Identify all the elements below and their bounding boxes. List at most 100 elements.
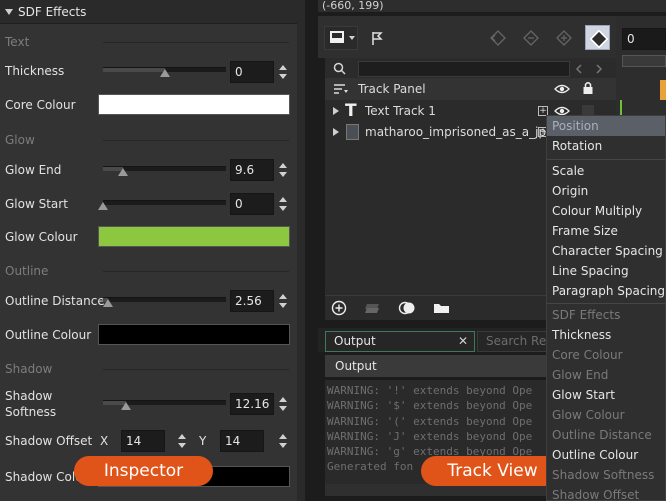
output-title: Output xyxy=(325,355,550,377)
visibility-eye-icon[interactable] xyxy=(554,83,570,95)
keyframe-mode-icon[interactable] xyxy=(585,25,610,50)
folder-icon[interactable] xyxy=(433,301,451,315)
shadow-softness-label-line2: Softness xyxy=(5,405,57,419)
inspector-scrollbar[interactable] xyxy=(297,0,305,501)
menu-item-rotation[interactable]: Rotation xyxy=(547,136,665,156)
outline-distance-stepper[interactable] xyxy=(277,290,289,312)
glow-end-label: Glow End xyxy=(5,163,62,177)
sort-lines-icon[interactable] xyxy=(333,83,349,95)
spin-down-icon[interactable] xyxy=(279,443,287,448)
shadow-softness-slider-thumb[interactable] xyxy=(121,402,132,410)
spin-up-icon[interactable] xyxy=(279,434,287,439)
spin-down-icon[interactable] xyxy=(279,406,287,411)
prev-keyframe-icon[interactable] xyxy=(487,28,509,48)
glow-start-label: Glow Start xyxy=(5,197,68,211)
menu-item-origin[interactable]: Origin xyxy=(547,181,665,201)
section-shadow-label: Shadow xyxy=(5,362,53,376)
menu-item-colour-multiply[interactable]: Colour Multiply xyxy=(547,201,665,221)
track-panel-header[interactable]: Track Panel xyxy=(325,78,616,100)
glow-end-stepper[interactable] xyxy=(277,159,289,181)
thickness-slider-thumb[interactable] xyxy=(159,69,170,77)
outline-colour-swatch[interactable] xyxy=(98,324,290,345)
spin-up-icon[interactable] xyxy=(279,163,287,168)
menu-item-scale[interactable]: Scale xyxy=(547,161,665,181)
add-property-menu: Position Rotation Scale Origin Colour Mu… xyxy=(546,115,666,501)
add-track-icon[interactable] xyxy=(331,300,347,316)
shadow-offset-x-stepper[interactable] xyxy=(176,430,188,452)
timeline-range-bar[interactable] xyxy=(622,55,666,67)
spin-down-icon[interactable] xyxy=(279,206,287,211)
glow-colour-swatch[interactable] xyxy=(98,226,290,247)
glow-start-slider-thumb[interactable] xyxy=(98,202,108,210)
shadow-offset-y-input[interactable]: 14 xyxy=(220,430,264,452)
menu-item-outline-distance: Outline Distance xyxy=(552,428,652,442)
frame-input[interactable]: 0 xyxy=(622,28,666,50)
spin-down-icon[interactable] xyxy=(178,443,186,448)
spin-up-icon[interactable] xyxy=(279,397,287,402)
outline-distance-input[interactable]: 2.56 xyxy=(230,290,274,312)
core-colour-label: Core Colour xyxy=(5,98,76,112)
inspector-pill-label: Inspector xyxy=(74,456,213,486)
menu-item-character-spacing[interactable]: Character Spacing xyxy=(547,241,665,261)
menu-item-outline-colour[interactable]: Outline Colour xyxy=(547,445,665,465)
remove-keyframe-icon[interactable] xyxy=(520,28,542,48)
glow-end-slider-thumb[interactable] xyxy=(117,168,128,176)
track-view-pill-label: Track View xyxy=(421,456,564,486)
menu-item-line-spacing[interactable]: Line Spacing xyxy=(547,261,665,281)
layers-icon[interactable] xyxy=(363,301,381,315)
spin-up-icon[interactable] xyxy=(178,434,186,439)
flag-icon[interactable] xyxy=(369,30,385,46)
expand-arrow-icon[interactable] xyxy=(333,128,339,136)
menu-item-thickness[interactable]: Thickness xyxy=(547,325,665,345)
menu-item-position[interactable]: Position xyxy=(547,116,665,136)
tab-search-results[interactable]: Search Res xyxy=(477,331,550,352)
search-nav-arrows[interactable] xyxy=(573,62,607,76)
shadow-offset-y-stepper[interactable] xyxy=(277,430,289,452)
menu-item-frame-size[interactable]: Frame Size xyxy=(547,221,665,241)
lock-icon[interactable] xyxy=(582,81,594,95)
sdf-effects-header[interactable]: SDF Effects xyxy=(0,0,297,24)
shadow-softness-label-line1: Shadow xyxy=(5,389,53,403)
spin-down-icon[interactable] xyxy=(279,303,287,308)
track-search-input[interactable] xyxy=(358,61,570,77)
playhead-marker[interactable] xyxy=(660,80,666,100)
spin-up-icon[interactable] xyxy=(279,197,287,202)
spin-up-icon[interactable] xyxy=(279,294,287,299)
log-line: WARNING: '!' extends beyond Ope xyxy=(327,384,533,397)
menu-item-glow-start[interactable]: Glow Start xyxy=(547,385,665,405)
shadow-softness-slider[interactable] xyxy=(103,400,226,410)
add-keyframe-icon[interactable] xyxy=(553,28,575,48)
thickness-label: Thickness xyxy=(5,64,65,78)
section-text-label: Text xyxy=(5,35,30,49)
shadow-offset-label: Shadow Offset xyxy=(5,434,93,448)
glow-start-slider[interactable] xyxy=(98,200,226,210)
tab-output[interactable]: Output ✕ xyxy=(325,331,475,352)
collapse-arrow-icon[interactable] xyxy=(5,8,13,15)
outline-distance-slider-thumb[interactable] xyxy=(102,299,113,307)
thickness-stepper[interactable] xyxy=(277,61,289,83)
spin-up-icon[interactable] xyxy=(279,65,287,70)
clip-mask-icon[interactable] xyxy=(398,300,416,316)
shadow-offset-x-input[interactable]: 14 xyxy=(121,430,165,452)
track-name: Text Track 1 xyxy=(365,104,436,118)
thickness-slider-fill xyxy=(103,68,165,72)
outline-distance-slider[interactable] xyxy=(102,297,226,307)
thickness-input[interactable]: 0 xyxy=(230,61,274,83)
thickness-slider[interactable] xyxy=(103,67,226,77)
shadow-softness-input[interactable]: 12.16 xyxy=(230,393,274,415)
section-divider xyxy=(103,369,289,370)
menu-item-paragraph-spacing[interactable]: Paragraph Spacing xyxy=(547,281,665,301)
glow-start-input[interactable]: 0 xyxy=(230,193,274,215)
spin-down-icon[interactable] xyxy=(279,172,287,177)
menu-item-shadow-softness: Shadow Softness xyxy=(552,468,655,482)
shadow-softness-stepper[interactable] xyxy=(277,393,289,415)
track-name: matharoo_imprisoned_as_a_jpeg xyxy=(365,125,562,139)
glow-end-slider[interactable] xyxy=(103,166,226,176)
spin-down-icon[interactable] xyxy=(279,74,287,79)
core-colour-swatch[interactable] xyxy=(98,94,290,115)
glow-start-stepper[interactable] xyxy=(277,193,289,215)
close-icon[interactable]: ✕ xyxy=(458,332,468,351)
view-dropdown-button[interactable] xyxy=(324,26,358,50)
glow-end-input[interactable]: 9.6 xyxy=(230,159,274,181)
expand-arrow-icon[interactable] xyxy=(333,107,339,115)
